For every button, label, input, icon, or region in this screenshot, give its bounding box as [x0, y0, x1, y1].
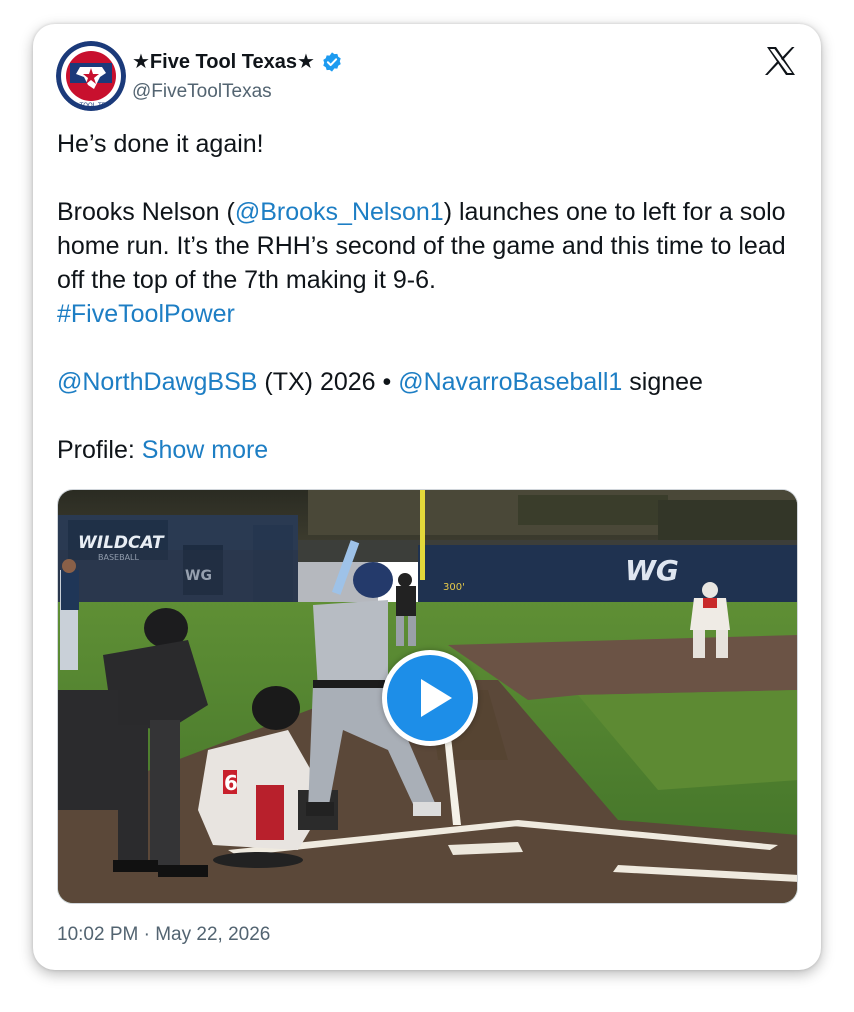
- avatar[interactable]: FIVE TOOL TEXAS: [56, 41, 126, 111]
- catcher-jersey-number: 6: [224, 771, 238, 795]
- author-name[interactable]: ★Five Tool Texas★: [132, 49, 343, 74]
- tweet-paragraph-3: @NorthDawgBSB (TX) 2026 • @NavarroBaseba…: [57, 365, 797, 399]
- avatar-logo-text: FIVE TOOL TEXAS: [65, 102, 118, 109]
- tweet-text-segment: (TX) 2026 •: [257, 368, 399, 396]
- outfield-wall-logo: WG: [625, 554, 679, 587]
- mention-navarrobaseball1-link[interactable]: @NavarroBaseball1: [398, 368, 622, 396]
- tweet-text-segment: Brooks Nelson (: [57, 198, 235, 226]
- play-button[interactable]: [382, 650, 478, 746]
- hashtag-link[interactable]: #FiveToolPower: [57, 300, 235, 328]
- five-tool-texas-logo-icon: FIVE TOOL TEXAS: [56, 41, 126, 111]
- mention-brooks-nelson-link[interactable]: @Brooks_Nelson1: [235, 198, 444, 226]
- verified-badge-icon: [323, 51, 341, 72]
- coach-figure: [60, 559, 79, 670]
- tweet-timestamp[interactable]: 10:02 PM · May 22, 2026: [57, 924, 270, 946]
- distance-marker: 300': [443, 582, 465, 593]
- tweet-line-1: He’s done it again!: [57, 130, 264, 158]
- x-logo-icon[interactable]: [765, 46, 797, 76]
- show-more-link[interactable]: Show more: [142, 436, 268, 464]
- profile-label: Profile:: [57, 436, 142, 464]
- tweet-paragraph-2: Brooks Nelson (@Brooks_Nelson1) launches…: [57, 195, 797, 297]
- tweet-card: FIVE TOOL TEXAS ★Five Tool Texas★ @FiveT…: [33, 24, 821, 970]
- tweet-text-segment: signee: [622, 368, 703, 396]
- author-display-name[interactable]: ★Five Tool Texas★: [132, 49, 315, 74]
- tweet-paragraph-4: Profile: Show more: [57, 433, 797, 467]
- tweet-text: He’s done it again! Brooks Nelson (@Broo…: [57, 127, 797, 467]
- video-player[interactable]: WILDCAT BASEBALL WG WG 300' 6: [57, 489, 798, 904]
- play-icon: [421, 679, 452, 717]
- mention-northdawgbsb-link[interactable]: @NorthDawgBSB: [57, 368, 257, 396]
- author-handle[interactable]: @FiveToolTexas: [132, 81, 272, 103]
